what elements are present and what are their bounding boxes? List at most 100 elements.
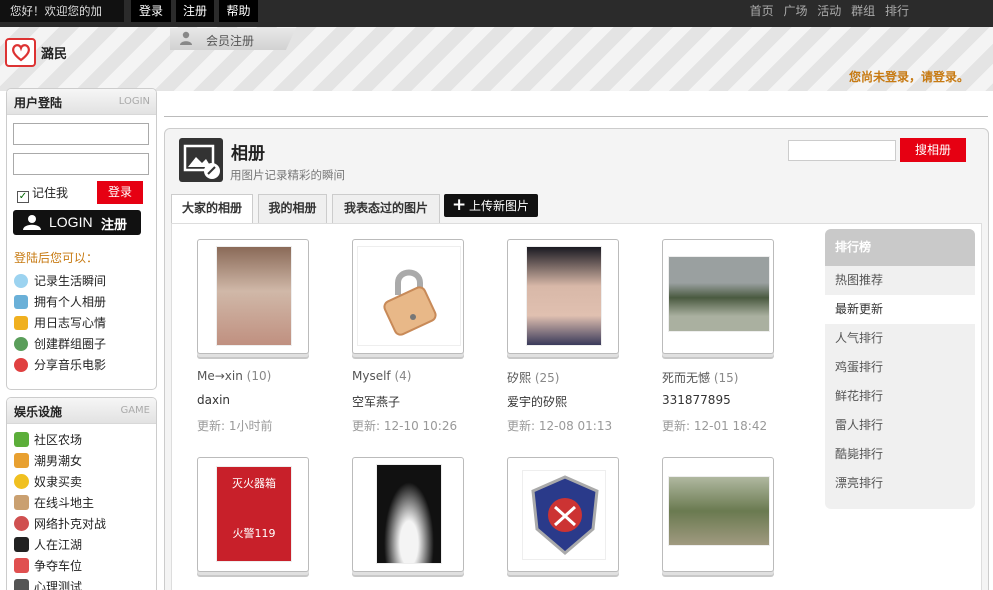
game-parking[interactable]: 争夺车位 <box>14 557 82 574</box>
album-updated: 更新: 12-01 18:42 <box>662 419 768 433</box>
album-card[interactable] <box>197 239 309 354</box>
login-box-title-en: LOGIN <box>118 96 150 107</box>
game-poker[interactable]: 网络扑克对战 <box>14 515 106 532</box>
album-card[interactable] <box>662 457 774 572</box>
plus-icon: + <box>452 195 467 215</box>
album-owner[interactable]: daxin <box>197 393 230 407</box>
album-count: (25) <box>534 371 560 385</box>
rank-eggs[interactable]: 鸡蛋排行 <box>825 353 975 382</box>
tab-rated-photos[interactable]: 我表态过的图片 <box>332 194 440 223</box>
album-cover[interactable] <box>522 470 606 560</box>
game-label: 社区农场 <box>34 433 83 447</box>
badge-emblem-icon <box>531 475 599 555</box>
album-title[interactable]: 死而无憾 (15) <box>662 369 738 386</box>
album-cover[interactable] <box>668 256 770 332</box>
feature-label: 分享音乐电影 <box>34 358 107 372</box>
album-card[interactable] <box>352 457 464 572</box>
album-title[interactable]: Myself (4) <box>352 369 411 383</box>
game-box-header: 娱乐设施 GAME <box>7 398 156 424</box>
rank-latest[interactable]: 最新更新 <box>825 295 975 324</box>
rank-pretty[interactable]: 漂亮排行 <box>825 469 975 498</box>
username-input[interactable] <box>13 123 149 145</box>
site-logo[interactable] <box>5 38 36 67</box>
register-tab-label: 会员注册 <box>206 34 255 48</box>
remember-me[interactable]: ✓ 记住我 <box>17 184 68 203</box>
upload-photo-button[interactable]: + 上传新图片 <box>444 194 538 217</box>
album-cover[interactable] <box>668 476 770 546</box>
game-label: 在线斗地主 <box>34 496 95 510</box>
top-login-button[interactable]: 登录 <box>131 0 171 22</box>
album-name[interactable]: 矽熙 <box>507 371 531 385</box>
album-cover[interactable] <box>357 246 461 346</box>
nav-home[interactable]: 首页 <box>750 4 774 18</box>
feature-journal: 用日志写心情 <box>14 314 106 331</box>
top-bar: 您好！欢迎您的加入！ 登录 注册 帮助 首页 广场 活动 群组 排行 <box>0 0 993 40</box>
album-owner[interactable]: 爱宇的矽熙 <box>507 393 567 410</box>
ranking-title: 排行榜 <box>825 229 975 266</box>
album-name[interactable]: 死而无憾 <box>662 371 710 385</box>
notebook-icon <box>14 316 28 330</box>
album-search-button[interactable]: 搜相册 <box>900 138 966 162</box>
remember-checkbox[interactable]: ✓ <box>17 191 29 203</box>
nav-events[interactable]: 活动 <box>817 4 841 18</box>
coins-icon <box>14 474 29 489</box>
album-owner[interactable]: 空军燕子 <box>352 393 400 410</box>
top-help-button[interactable]: 帮助 <box>219 0 258 22</box>
rank-hot-picks[interactable]: 热图推荐 <box>825 266 975 295</box>
game-jianghu[interactable]: 人在江湖 <box>14 536 82 553</box>
album-search-input[interactable] <box>788 140 896 161</box>
rank-flowers[interactable]: 鲜花排行 <box>825 382 975 411</box>
top-register-button[interactable]: 注册 <box>176 0 214 22</box>
album-title[interactable]: 矽熙 (25) <box>507 369 559 386</box>
password-input[interactable] <box>13 153 149 175</box>
album-title[interactable]: Me→xin (10) <box>197 369 271 383</box>
tab-all-albums[interactable]: 大家的相册 <box>171 194 253 224</box>
game-box: 娱乐设施 GAME 社区农场 潮男潮女 奴隶买卖 在线斗地主 网络扑克对战 人在… <box>6 397 157 590</box>
nav-square[interactable]: 广场 <box>783 4 807 18</box>
page-subtitle: 用图片记录精彩的瞬间 <box>230 168 345 182</box>
nav-ranking[interactable]: 排行 <box>885 4 909 18</box>
rank-shocking[interactable]: 雷人排行 <box>825 411 975 440</box>
feature-groups: 创建群组圈子 <box>14 335 106 352</box>
album-name[interactable]: Me→xin <box>197 369 243 383</box>
game-psych-test[interactable]: 心理测试 <box>14 578 82 590</box>
game-box-title: 娱乐设施 <box>14 405 63 419</box>
album-cover[interactable] <box>526 246 602 346</box>
game-label: 网络扑克对战 <box>34 517 107 531</box>
album-card[interactable] <box>507 239 619 354</box>
rank-popularity[interactable]: 人气排行 <box>825 324 975 353</box>
game-slave-trade[interactable]: 奴隶买卖 <box>14 473 82 490</box>
album-cover[interactable] <box>216 246 292 346</box>
album-card[interactable] <box>352 239 464 354</box>
game-label: 潮男潮女 <box>34 454 83 468</box>
album-owner[interactable]: 331877895 <box>662 393 731 407</box>
nav-groups[interactable]: 群组 <box>851 4 875 18</box>
ranking-panel: 排行榜 热图推荐 最新更新 人气排行 鸡蛋排行 鲜花排行 雷人排行 酷毙排行 漂… <box>825 229 975 509</box>
group-icon <box>14 337 28 351</box>
album-name[interactable]: Myself <box>352 369 391 383</box>
game-landlord[interactable]: 在线斗地主 <box>14 494 94 511</box>
fire-box-sub: 火警119 <box>232 527 276 540</box>
member-register-tab[interactable]: 会员注册 <box>170 28 296 50</box>
after-login-heading: 登陆后您可以： <box>14 251 99 265</box>
game-fashion[interactable]: 潮男潮女 <box>14 452 82 469</box>
rank-cool[interactable]: 酷毙排行 <box>825 440 975 469</box>
album-card[interactable] <box>507 457 619 572</box>
album-cover[interactable]: 灭火器箱 火警119 <box>216 466 292 562</box>
feature-music-movies: 分享音乐电影 <box>14 356 106 373</box>
album-card[interactable]: 灭火器箱 火警119 <box>197 457 309 572</box>
not-logged-in-link[interactable]: 您尚未登录，请登录。 <box>849 68 969 85</box>
big-button-cn: 注册 <box>101 218 128 233</box>
game-farm[interactable]: 社区农场 <box>14 431 82 448</box>
parking-icon <box>14 558 29 573</box>
album-card[interactable] <box>662 239 774 354</box>
top-nav: 首页 广场 活动 群组 排行 <box>744 0 909 22</box>
divider <box>164 116 988 117</box>
login-button[interactable]: 登录 <box>97 181 143 204</box>
tab-my-albums[interactable]: 我的相册 <box>258 194 327 223</box>
people-icon <box>14 453 29 468</box>
album-updated: 更新: 1小时前 <box>197 419 273 433</box>
login-register-button[interactable]: LOGIN 注册 <box>13 210 141 235</box>
album-cover[interactable] <box>376 464 442 564</box>
login-box-header: 用户登陆 LOGIN <box>7 89 156 115</box>
